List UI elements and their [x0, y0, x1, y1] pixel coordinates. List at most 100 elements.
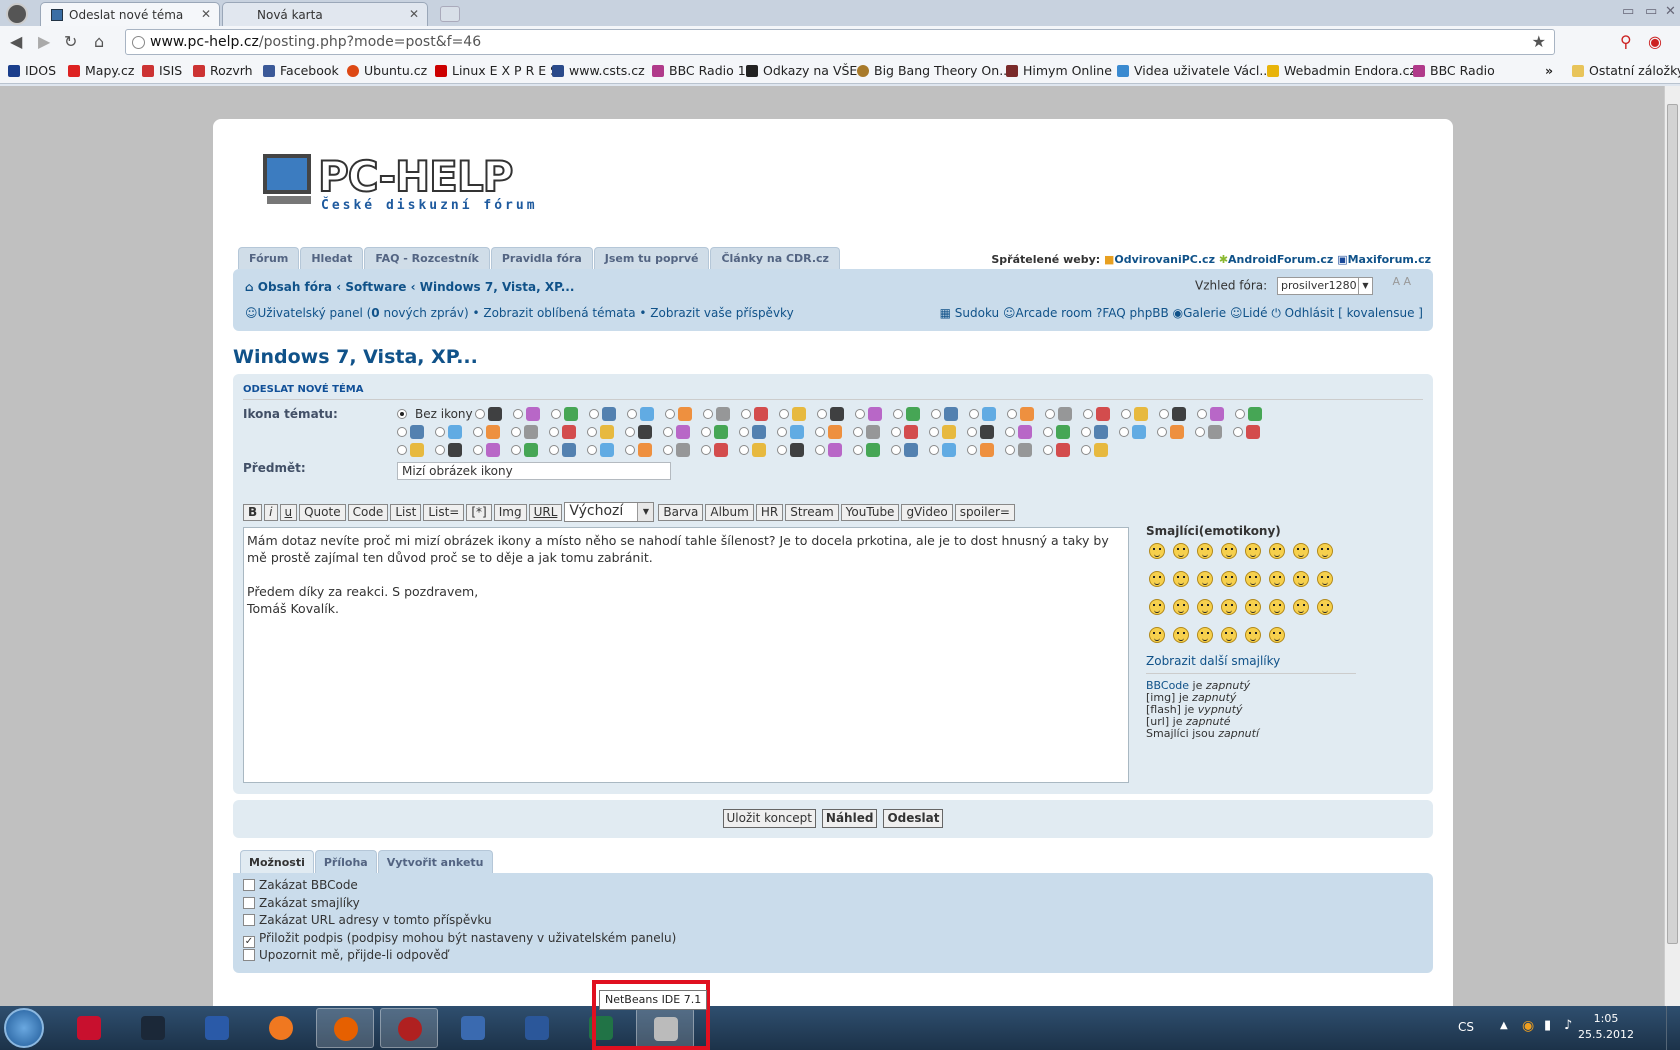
smiley-icon[interactable]	[1293, 599, 1309, 615]
bookmark-item[interactable]: Linux E X P R E S	[435, 63, 558, 78]
topic-icon-option[interactable]	[815, 425, 853, 440]
breadcrumb-item[interactable]: Windows 7, Vista, XP...	[420, 280, 575, 294]
topic-icon-option[interactable]	[779, 407, 817, 422]
radio-button[interactable]	[625, 427, 635, 437]
topic-icon-option[interactable]	[663, 425, 701, 440]
topic-icon-option[interactable]	[1005, 425, 1043, 440]
option-row[interactable]: Zakázat BBCode	[243, 878, 1423, 896]
topic-icon-option[interactable]	[1197, 407, 1235, 422]
topic-icon-option[interactable]	[589, 407, 627, 422]
topic-icon-option[interactable]	[929, 425, 967, 440]
language-indicator[interactable]: CS	[1458, 1020, 1474, 1034]
radio-button[interactable]	[1197, 409, 1207, 419]
radio-button[interactable]	[929, 427, 939, 437]
youtube-button[interactable]: YouTube	[840, 503, 900, 521]
radio-button[interactable]	[475, 409, 485, 419]
smiley-icon[interactable]	[1197, 571, 1213, 587]
radio-button[interactable]	[1235, 409, 1245, 419]
radio-button[interactable]	[967, 427, 977, 437]
radio-button[interactable]	[969, 409, 979, 419]
topic-icon-option[interactable]	[703, 407, 741, 422]
topic-icon-option[interactable]	[855, 407, 893, 422]
radio-button[interactable]	[511, 445, 521, 455]
bookmark-item[interactable]: www.csts.cz	[552, 63, 645, 78]
smiley-icon[interactable]	[1293, 571, 1309, 587]
tab-attachment[interactable]: Příloha	[314, 850, 377, 873]
taskbar-app-button[interactable]	[188, 1008, 246, 1048]
radio-button[interactable]	[1045, 409, 1055, 419]
friend-link[interactable]: Maxiforum.cz	[1348, 253, 1431, 266]
radio-button[interactable]	[549, 427, 559, 437]
topic-icon-option[interactable]	[817, 407, 855, 422]
taskbar-app-button[interactable]	[252, 1008, 310, 1048]
subject-input[interactable]: Mizí obrázek ikony	[397, 462, 671, 480]
radio-button[interactable]	[435, 445, 445, 455]
smiley-icon[interactable]	[1293, 543, 1309, 559]
topic-icon-option[interactable]	[625, 425, 663, 440]
tab-poll[interactable]: Vytvořit anketu	[377, 850, 493, 873]
smiley-icon[interactable]	[1221, 627, 1237, 643]
radio-button[interactable]	[663, 445, 673, 455]
breadcrumb-item[interactable]: Obsah fóra	[258, 280, 332, 294]
topic-icon-option[interactable]	[967, 425, 1005, 440]
new-tab-button[interactable]	[440, 6, 460, 22]
font-resize[interactable]: A A	[1392, 275, 1411, 288]
radio-button[interactable]	[397, 445, 407, 455]
checkbox[interactable]	[243, 896, 255, 909]
radio-button[interactable]	[1159, 409, 1169, 419]
italic-button[interactable]: i	[264, 503, 278, 521]
hr-button[interactable]: HR	[755, 503, 784, 521]
tab-rules[interactable]: Pravidla fóra	[490, 247, 593, 269]
radio-button[interactable]	[589, 409, 599, 419]
topic-icon-option[interactable]	[853, 425, 891, 440]
smiley-icon[interactable]	[1197, 543, 1213, 559]
radio-button[interactable]	[739, 445, 749, 455]
opera-menu-icon[interactable]: ◉	[1648, 32, 1662, 51]
smiley-icon[interactable]	[1269, 627, 1285, 643]
color-button[interactable]: Barva	[658, 503, 704, 521]
smiley-icon[interactable]	[1197, 627, 1213, 643]
checkbox[interactable]	[243, 879, 255, 891]
message-textarea[interactable]: Mám dotaz nevíte proč mi mizí obrázek ik…	[243, 527, 1129, 783]
sudoku-link[interactable]: Sudoku	[955, 306, 999, 320]
bookmark-item[interactable]: IDOS	[8, 63, 56, 78]
radio-button[interactable]	[551, 409, 561, 419]
topic-icon-option[interactable]	[967, 443, 1005, 458]
favorites-link[interactable]: Zobrazit oblíbená témata	[483, 306, 635, 320]
logout-link[interactable]: Odhlásit [ kovalensue ]	[1285, 306, 1423, 320]
option-row[interactable]: Zakázat URL adresy v tomto příspěvku	[243, 913, 1423, 931]
radio-button[interactable]	[891, 427, 901, 437]
topic-icon-option[interactable]	[663, 443, 701, 458]
ordered-list-button[interactable]: List=	[423, 503, 465, 521]
topic-icon-option[interactable]	[549, 425, 587, 440]
star-icon[interactable]: ★	[1532, 32, 1546, 51]
topic-icon-option[interactable]	[741, 407, 779, 422]
topic-icon-option[interactable]	[435, 425, 473, 440]
radio-button[interactable]	[1005, 427, 1015, 437]
close-icon[interactable]: ✕	[201, 7, 211, 21]
topic-icon-option[interactable]	[1081, 443, 1119, 458]
bold-button[interactable]: B	[243, 503, 263, 521]
reload-icon[interactable]: ↻	[64, 32, 77, 51]
topic-icon-option[interactable]	[701, 425, 739, 440]
album-button[interactable]: Album	[705, 503, 754, 521]
url-button[interactable]: URL	[528, 503, 563, 521]
radio-button[interactable]	[853, 445, 863, 455]
bookmarks-overflow[interactable]: »	[1545, 63, 1553, 78]
topic-icon-option[interactable]	[397, 425, 435, 440]
radio-button[interactable]	[665, 409, 675, 419]
radio-button[interactable]	[779, 409, 789, 419]
smiley-icon[interactable]	[1269, 543, 1285, 559]
smiley-icon[interactable]	[1173, 543, 1189, 559]
topic-icon-option[interactable]	[1157, 425, 1195, 440]
style-select[interactable]: prosilver1280 ▼	[1277, 277, 1373, 295]
forward-icon[interactable]: ▶	[38, 32, 50, 51]
smiley-icon[interactable]	[1221, 599, 1237, 615]
gallery-link[interactable]: Galerie	[1183, 306, 1226, 320]
topic-icon-option[interactable]	[475, 407, 513, 422]
topic-icon-option[interactable]	[1005, 443, 1043, 458]
img-button[interactable]: Img	[493, 503, 527, 521]
stream-button[interactable]: Stream	[785, 503, 839, 521]
tab-articles[interactable]: Články na CDR.cz	[710, 247, 840, 269]
radio-button[interactable]	[777, 445, 787, 455]
